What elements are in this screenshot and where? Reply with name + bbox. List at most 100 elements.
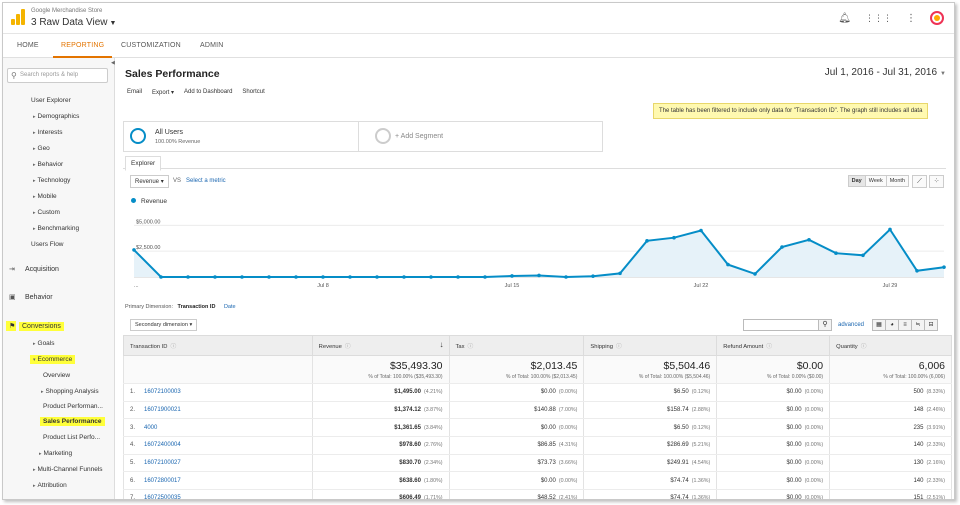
segment-all-users[interactable]: All Users 100.00% Revenue [124, 122, 359, 151]
cell-percent: (2.51%) [926, 495, 945, 500]
date-dimension-link[interactable]: Date [224, 304, 236, 310]
col-shipping[interactable]: Shipping ⓘ [583, 335, 718, 356]
sidebar-item-mobile[interactable]: ▸ Mobile [33, 193, 57, 200]
transaction-id-link[interactable]: 16071900021 [144, 407, 181, 413]
metric-cell: $978.60 (2.76%) [311, 436, 450, 455]
tab-reporting[interactable]: REPORTING [52, 42, 113, 58]
sidebar-item-overview[interactable]: Overview [43, 372, 70, 379]
add-segment-button[interactable]: + Add Segment [369, 122, 599, 151]
column-header-label: Revenue [318, 344, 342, 350]
table-view-buttons: ▦ ◕ ≡ ≒ ⊟ [872, 319, 938, 331]
transaction-id-link[interactable]: 4000 [144, 425, 157, 431]
add-to-dashboard-button[interactable]: Add to Dashboard [184, 89, 232, 96]
sidebar-section-conversions[interactable]: ⚑ Conversions [6, 321, 64, 331]
apps-grid-icon[interactable]: ⋮⋮⋮ [865, 13, 892, 24]
week-button[interactable]: Week [864, 175, 887, 187]
avatar[interactable] [930, 11, 944, 25]
cell-value: $0.00 [786, 389, 802, 396]
metric-selector[interactable]: Revenue ▾ [130, 175, 169, 188]
tab-home[interactable]: HOME [17, 42, 39, 49]
sidebar-section-label: Conversions [19, 322, 64, 331]
col-revenue[interactable]: Revenue ⓘ ↓ [311, 335, 450, 356]
sidebar-item-interests[interactable]: ▸ Interests [33, 129, 62, 136]
sidebar-item-user-explorer[interactable]: User Explorer [31, 97, 71, 104]
search-icon[interactable]: ⚲ [818, 319, 832, 331]
table-row: 3. 4000 $1,361.65 (3.84%) $0.00 (0.00%) $6.50(… [123, 418, 952, 438]
sidebar-item-attribution[interactable]: ▸ Attribution [33, 482, 67, 489]
sidebar-item-multi-channel-funnels[interactable]: ▸ Multi-Channel Funnels [33, 466, 103, 473]
cell-percent: (7.00%) [558, 407, 578, 414]
transaction-id-link[interactable]: 16072400004 [144, 442, 181, 448]
pie-chart-icon[interactable]: ◕ [885, 319, 899, 331]
shortcut-button[interactable]: Shortcut [242, 89, 264, 96]
month-button[interactable]: Month [885, 175, 909, 187]
sidebar-section-acquisition[interactable]: ⇥ Acquisition [9, 265, 59, 273]
motion-chart-icon[interactable]: ⁘ [929, 175, 944, 188]
sidebar-item-goals[interactable]: ▸ Goals [33, 340, 55, 347]
tab-explorer[interactable]: Explorer [125, 156, 162, 171]
transaction-id-link[interactable]: 16072500035 [144, 495, 181, 499]
sidebar-item-demographics[interactable]: ▸ Demographics [33, 113, 79, 120]
pivot-table-icon[interactable]: ⊟ [924, 319, 938, 331]
sidebar-item-marketing[interactable]: ▸ Marketing [39, 450, 72, 457]
revenue-chart: $5,000.00 $2,500.00... Jul 8 Jul 15 Jul 22 Ju… [132, 219, 946, 289]
analytics-logo[interactable] [11, 9, 25, 25]
sidebar-item-geo[interactable]: ▸ Geo [33, 145, 50, 152]
col-tax[interactable]: Tax ⓘ [448, 335, 585, 356]
sidebar-item-ecommerce[interactable]: ▾ Ecommerce [30, 355, 76, 364]
metric-cell: $286.69 (5.21%) [583, 436, 718, 455]
more-vert-icon[interactable]: ⋮ [906, 13, 916, 24]
col-quantity[interactable]: Quantity ⓘ [829, 335, 952, 356]
transaction-id-link[interactable]: 16072100003 [144, 389, 181, 395]
advanced-filter-link[interactable]: advanced [838, 322, 864, 328]
data-point [699, 228, 703, 233]
sidebar-item-benchmarking[interactable]: ▸ Benchmarking [33, 225, 79, 232]
primary-dimension-value[interactable]: Transaction ID [178, 304, 216, 310]
transaction-cell: 7. 16072500035 [123, 489, 313, 499]
bell-icon[interactable]: 🔔︎ [838, 13, 851, 24]
cell-value: 130 [913, 460, 924, 467]
table-row: 6. 16072800017 $638.60 (1.80%) $0.00 (0.00%) $… [123, 471, 952, 491]
analytics-window: Google Merchandise Store 3 Raw Data View… [2, 2, 955, 500]
cell-value: $1,361.65 [394, 424, 421, 431]
primary-dimension-label: Primary Dimension: [125, 304, 173, 310]
sidebar-item-technology[interactable]: ▸ Technology [33, 177, 70, 184]
sidebar-item-users-flow[interactable]: Users Flow [31, 241, 64, 248]
tab-admin[interactable]: ADMIN [200, 42, 224, 49]
line-chart-icon[interactable]: ⟋ [912, 175, 927, 188]
cell-percent: (1.71%) [423, 495, 443, 500]
sidebar-item-behavior-sub[interactable]: ▸ Behavior [33, 161, 63, 168]
data-table-icon[interactable]: ▦ [872, 319, 886, 331]
export-button[interactable]: Export ▾ [152, 89, 174, 96]
sidebar-section-behavior[interactable]: ▣ Behavior [9, 293, 53, 301]
day-button[interactable]: Day [847, 175, 866, 187]
report-main: Sales Performance Jul 1, 2016 - Jul 31, … [118, 58, 954, 499]
sidebar-item-product-performance[interactable]: Product Performan... [43, 403, 103, 410]
data-point [861, 253, 865, 258]
secondary-dimension-select[interactable]: Secondary dimension ▾ [130, 319, 198, 331]
view-selector[interactable]: 3 Raw Data View ▼ [31, 17, 116, 28]
tab-customization[interactable]: CUSTOMIZATION [121, 42, 181, 49]
transaction-id-link[interactable]: 16072100027 [144, 460, 181, 466]
chevron-down-icon: ▾ [171, 90, 175, 96]
column-header-label: Shipping [590, 344, 613, 350]
tab-divider [123, 168, 946, 169]
metric-cell: $140.88 (7.00%) [448, 401, 585, 420]
cell-value: $0.00 [786, 495, 802, 500]
sidebar-item-custom[interactable]: ▸ Custom [33, 209, 60, 216]
sidebar-item-product-list-performance[interactable]: Product List Perfo... [43, 434, 100, 441]
sidebar-search[interactable]: ⚲ Search reports & help [7, 68, 108, 83]
collapse-sidebar-icon[interactable]: ◀ [111, 60, 115, 66]
search-icon: ⚲ [11, 71, 17, 80]
email-button[interactable]: Email [127, 89, 142, 96]
col-transaction-id[interactable]: Transaction ID ⓘ [123, 335, 313, 356]
sidebar-item-shopping-analysis[interactable]: ▸ Shopping Analysis [41, 388, 99, 395]
performance-bar-icon[interactable]: ≡ [898, 319, 912, 331]
transaction-id-link[interactable]: 16072800017 [144, 478, 181, 484]
sidebar-item-sales-performance[interactable]: Sales Performance [40, 417, 105, 426]
select-metric-link[interactable]: Select a metric [186, 178, 226, 184]
comparison-icon[interactable]: ≒ [911, 319, 925, 331]
date-range-picker[interactable]: Jul 1, 2016 - Jul 31, 2016 ▼ [825, 67, 946, 78]
table-row: 1. 16072100003 $1,495.00 (4.21%) $0.00 (0.00%… [123, 383, 952, 402]
col-refund-amount[interactable]: Refund Amount ⓘ [716, 335, 831, 356]
